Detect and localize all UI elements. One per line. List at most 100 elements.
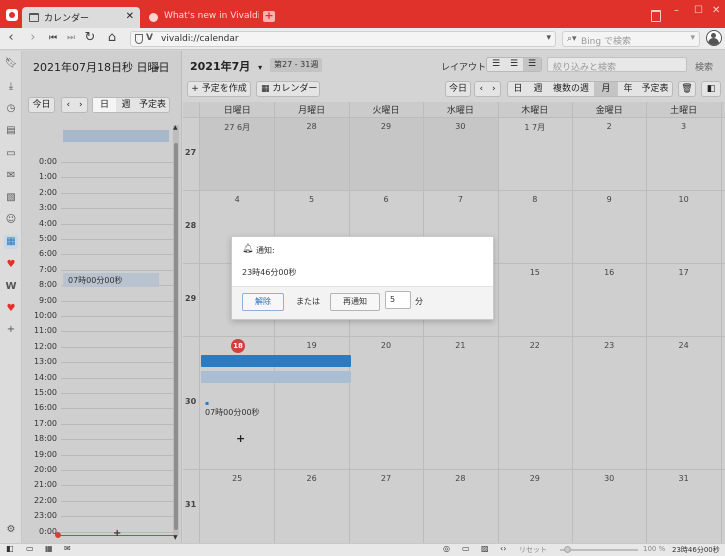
capture-icon[interactable]: ◎ [443, 544, 450, 553]
view-month-button[interactable]: 月 [594, 82, 618, 96]
add-panel-icon[interactable]: + [4, 323, 18, 337]
view-agenda-button[interactable]: 予定表 [638, 82, 672, 96]
date-number[interactable]: 29 [356, 122, 416, 131]
week-number[interactable]: 27 [185, 148, 196, 157]
date-number[interactable]: 7 [430, 195, 490, 204]
zoom-slider[interactable] [560, 549, 638, 551]
code-icon[interactable]: ‹› [500, 544, 506, 553]
date-number[interactable]: 17 [654, 268, 714, 277]
layout-list-icon[interactable]: ☰ [487, 58, 505, 71]
layout-compact-icon[interactable]: ☰ [505, 58, 523, 71]
calendar-event[interactable] [201, 371, 351, 383]
bookmark-icon[interactable]: 🔖︎ [4, 57, 18, 71]
trash-icon[interactable] [651, 10, 661, 22]
date-number[interactable]: 29 [505, 474, 565, 483]
feed-icon[interactable]: ▧ [4, 191, 18, 205]
shield-icon[interactable] [135, 34, 143, 44]
view-day-button[interactable]: 日 [508, 82, 528, 96]
wikipedia-icon[interactable]: W [4, 280, 18, 294]
scroll-up-icon[interactable]: ▲ [173, 124, 178, 131]
date-number[interactable]: 15 [505, 268, 565, 277]
maximize-icon[interactable]: ☐ [694, 6, 704, 16]
back-icon[interactable]: ‹ [3, 30, 19, 46]
day-event[interactable]: 07時00分00秒 [63, 273, 159, 287]
scrollbar-thumb[interactable] [174, 143, 178, 530]
today-date-circle[interactable]: 18 [231, 339, 245, 353]
chevron-down-icon[interactable]: ▾ [258, 63, 262, 72]
date-number[interactable]: 5 [282, 195, 342, 204]
create-event-button[interactable]: + 予定を作成 [187, 81, 251, 97]
tab-stack-icon[interactable]: ▭ [26, 544, 34, 553]
today-button[interactable]: 今日 [445, 81, 471, 97]
mail-icon[interactable]: ✉ [4, 169, 18, 183]
week-number[interactable]: 28 [185, 221, 196, 230]
contacts-icon[interactable]: ☺ [4, 213, 18, 227]
download-icon[interactable]: ⤓ [4, 80, 18, 94]
date-number[interactable]: 28 [282, 122, 342, 131]
calendar-picker-button[interactable]: ▦ カレンダー [256, 81, 320, 97]
fast-forward-icon[interactable]: ⏭ [63, 30, 79, 46]
add-event-button[interactable]: + [236, 432, 245, 445]
date-number[interactable]: 28 [430, 474, 490, 483]
home-icon[interactable]: ⌂ [104, 30, 120, 46]
search-engine-icon[interactable]: ⌕▾ [567, 34, 577, 44]
vivaldi-menu-icon[interactable] [6, 9, 18, 21]
date-number[interactable]: 30 [430, 122, 490, 131]
date-number[interactable]: 3 [654, 122, 714, 131]
close-tab-icon[interactable]: ✕ [126, 11, 134, 22]
chevron-down-icon[interactable]: ▾ [690, 33, 695, 43]
search-button[interactable]: 検索 [695, 60, 713, 73]
date-number[interactable]: 16 [579, 268, 639, 277]
all-day-event[interactable] [63, 130, 169, 142]
layout-grid-icon[interactable]: ☰ [523, 58, 541, 71]
notes-icon[interactable]: ▤ [4, 124, 18, 138]
calendar-event-timed[interactable]: ▪ 07時00分00秒 [205, 398, 260, 418]
forward-icon[interactable]: › [25, 30, 41, 46]
week-number[interactable]: 31 [185, 500, 196, 509]
filter-input[interactable]: 絞り込みと検索 [547, 57, 687, 73]
vivaldi-social-icon[interactable]: ♥︎ [4, 302, 18, 316]
date-number[interactable]: 27 6月 [207, 122, 267, 133]
date-number[interactable]: 26 [282, 474, 342, 483]
chevron-down-icon[interactable]: ▾ [546, 33, 551, 43]
next-icon[interactable]: › [75, 98, 88, 112]
date-number[interactable]: 30 [579, 474, 639, 483]
sidebar-toggle-icon[interactable]: ◧ [701, 81, 721, 97]
date-number[interactable]: 22 [505, 341, 565, 350]
snooze-button[interactable]: 再通知 [330, 293, 380, 311]
calendar-event[interactable] [201, 355, 351, 367]
address-field[interactable]: V vivaldi://calendar ▾ [130, 31, 556, 47]
image-icon[interactable]: ▨ [481, 544, 489, 553]
history-icon[interactable]: ◷ [4, 102, 18, 116]
date-number[interactable]: 19 [282, 341, 342, 350]
month-title[interactable]: 2021年7月 ▾ [190, 58, 262, 74]
chevron-down-icon[interactable]: ▾ [155, 64, 160, 74]
date-number[interactable]: 24 [654, 341, 714, 350]
prev-icon[interactable]: ‹ [475, 82, 488, 96]
search-field[interactable]: ⌕▾ Bing で検索 ▾ [562, 31, 700, 47]
view-multiweek-button[interactable]: 複数の週 [548, 82, 594, 96]
next-icon[interactable]: › [488, 82, 501, 96]
reset-zoom-button[interactable]: リセット [519, 545, 547, 555]
today-button[interactable]: 今日 [28, 97, 55, 113]
date-number[interactable]: 21 [430, 341, 490, 350]
view-week-button[interactable]: 週 [528, 82, 548, 96]
minimize-icon[interactable]: – [674, 6, 684, 16]
date-number[interactable]: 27 [356, 474, 416, 483]
snooze-minutes-input[interactable]: 5 [385, 291, 411, 309]
date-number[interactable]: 2 [579, 122, 639, 131]
vivaldi-web-panel-icon[interactable]: ♥︎ [4, 258, 18, 272]
week-number[interactable]: 29 [185, 294, 196, 303]
date-number[interactable]: 10 [654, 195, 714, 204]
reload-icon[interactable]: ↻ [82, 30, 98, 46]
date-number[interactable]: 31 [654, 474, 714, 483]
date-number[interactable]: 23 [579, 341, 639, 350]
date-number[interactable]: 9 [579, 195, 639, 204]
mail-status-icon[interactable]: ✉ [64, 544, 71, 553]
new-tab-button[interactable]: + [263, 10, 275, 22]
view-year-button[interactable]: 年 [618, 82, 638, 96]
date-number[interactable]: 6 [356, 195, 416, 204]
settings-icon[interactable]: ⚙ [4, 523, 18, 537]
add-event-button[interactable]: + [113, 528, 121, 539]
window-icon[interactable]: ▭ [4, 147, 18, 161]
